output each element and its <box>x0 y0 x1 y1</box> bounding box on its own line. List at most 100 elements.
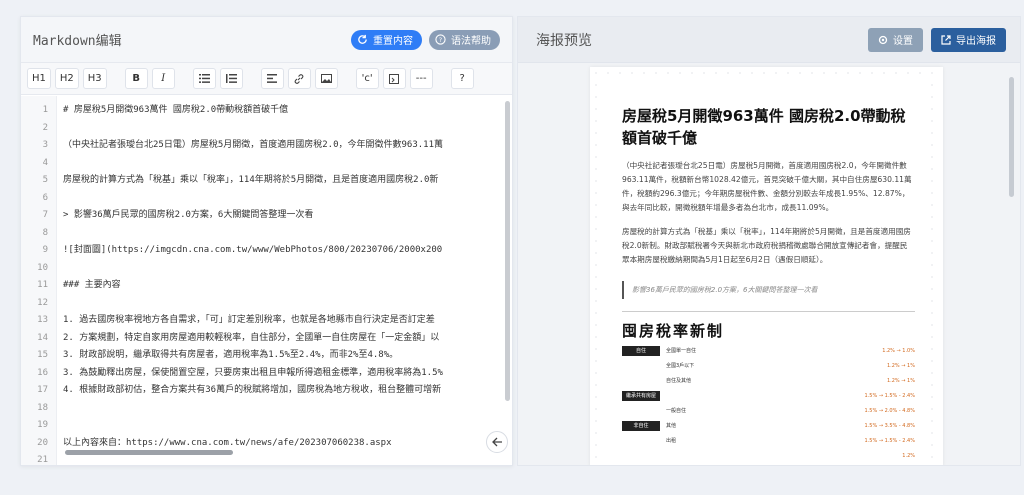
h3-button[interactable]: H3 <box>82 68 107 89</box>
format-toolbar: H1 H2 H3 B I 'c' --- ? <box>21 63 512 95</box>
line-number: 17 <box>37 385 48 395</box>
link-icon[interactable] <box>287 68 311 89</box>
code-line[interactable]: 1. 過去國房稅率視地方各自需求，「可」訂定差別稅率，也就是各地縣市自行決定是否… <box>63 312 512 330</box>
line-number: 8 <box>42 227 48 238</box>
preview-scrollbar[interactable] <box>1009 77 1014 197</box>
line-number-gutter: 12345678910111213141516171819202122 <box>21 96 57 465</box>
infographic-category <box>622 451 660 461</box>
infographic-category <box>622 436 660 446</box>
line-number: 5 <box>42 175 48 185</box>
horizontal-rule-button[interactable]: --- <box>409 68 433 89</box>
infographic-heading: 囤房稅率新制 <box>622 322 725 340</box>
code-line[interactable] <box>63 225 512 243</box>
code-line[interactable]: 房屋稅的計算方式為「稅基」乘以「稅率」，114年期将於5月開徵，且是首度適用國房… <box>63 172 512 190</box>
code-line[interactable]: ### 主要內容 <box>63 277 512 295</box>
code-editor[interactable]: 12345678910111213141516171819202122 # 房屋… <box>21 96 512 465</box>
h2-button[interactable]: H2 <box>54 68 79 89</box>
infographic-category <box>622 361 660 371</box>
reset-content-button[interactable]: 重置内容 <box>351 29 422 50</box>
code-line[interactable] <box>63 417 512 435</box>
code-line[interactable]: （中央社記者張璦台北25日電）房屋稅5月開徵，首度適用國房稅2.0，今年開徵件數… <box>63 137 512 155</box>
help-button[interactable]: ? <box>450 68 474 89</box>
line-number: 4 <box>42 157 48 168</box>
help-icon: ? <box>434 33 447 46</box>
line-number: 21 <box>37 455 48 465</box>
code-line[interactable]: > 影響36萬戶民眾的國房稅2.0方案，6大關鍵問答整理一次看 <box>63 207 512 225</box>
line-number: 11 <box>37 280 48 290</box>
gear-icon <box>878 35 888 44</box>
poster-canvas: 房屋稅5月開徵963萬件 國房稅2.0帶動稅額首破千億 （中央社記者張璦台北25… <box>590 67 943 465</box>
infographic-label: 全國3戶以下 <box>666 363 695 369</box>
poster-infographic: 囤房稅率新制 自住 全國單一自住 1.2% → 1.0% 全國3戶以下 1.2% → 1… <box>622 311 915 461</box>
editor-horizontal-scrollbar[interactable] <box>65 450 233 455</box>
unordered-list-icon[interactable] <box>192 68 216 89</box>
preview-header: 海报预览 设置 导出海报 <box>518 17 1020 63</box>
infographic-value: 1.5% → 1.5% - 2.4% <box>864 392 915 399</box>
editor-vertical-scrollbar[interactable] <box>505 101 510 401</box>
h1-button[interactable]: H1 <box>27 68 51 89</box>
infographic-category: 繼承共有房屋 <box>622 390 660 401</box>
export-poster-label: 导出海报 <box>956 36 996 47</box>
infographic-label: 全國單一自住 <box>666 348 697 354</box>
line-number: 3 <box>42 140 48 150</box>
markdown-editor-panel: Markdown编辑 重置内容 ? 语法帮助 H1 H2 H3 B I 'c' … <box>20 16 513 466</box>
settings-label: 设置 <box>893 36 913 47</box>
line-number: 12 <box>37 297 48 308</box>
infographic-value: 1.2% → 1% <box>886 362 915 369</box>
line-number: 16 <box>37 367 48 378</box>
code-block-icon[interactable] <box>382 68 406 89</box>
infographic-label: 一般自住 <box>666 408 687 414</box>
line-number: 10 <box>37 262 48 273</box>
code-line[interactable] <box>63 295 512 313</box>
bold-button[interactable]: B <box>124 68 148 89</box>
code-line[interactable]: ![封面圖](https://imgcdn.cna.com.tw/www/Web… <box>63 242 512 260</box>
infographic-row: 自住及其他 1.2% → 1% <box>622 375 915 386</box>
markdown-source[interactable]: # 房屋稅5月開徵963萬件 國房稅2.0帶動稅額首破千億 （中央社記者張璦台北2… <box>57 96 512 465</box>
editor-header: Markdown编辑 重置内容 ? 语法帮助 <box>21 17 512 63</box>
export-poster-button[interactable]: 导出海报 <box>931 27 1006 52</box>
infographic-value: 1.2% → 1.0% <box>882 347 915 354</box>
infographic-value: 1.5% → 3.5% - 4.8% <box>864 422 915 429</box>
infographic-category <box>622 406 660 416</box>
code-line[interactable]: 3. 財政部說明，繼承取得共有房屋者，適用稅率為1.5%至2.4%，而非2%至4… <box>63 347 512 365</box>
code-line[interactable] <box>63 120 512 138</box>
quote-icon[interactable]: 'c' <box>355 68 379 89</box>
poster-paragraph-2: 房屋稅的計算方式為「稅基」乘以「稅率」，114年期將於5月開徵，且是首度適用國房… <box>622 227 911 264</box>
code-line[interactable] <box>63 190 512 208</box>
code-line[interactable] <box>63 155 512 173</box>
app: Markdown编辑 重置内容 ? 语法帮助 H1 H2 H3 B I 'c' … <box>0 0 1024 495</box>
infographic-value: 1.5% → 1.5% - 2.4% <box>864 437 915 444</box>
code-line[interactable]: # 房屋稅5月開徵963萬件 國房稅2.0帶動稅額首破千億 <box>63 102 512 120</box>
align-left-icon[interactable] <box>260 68 284 89</box>
infographic-category <box>622 376 660 386</box>
editor-title: Markdown编辑 <box>33 34 122 49</box>
infographic-row: 自住 全國單一自住 1.2% → 1.0% <box>622 345 915 356</box>
poster-quote: 影響36萬戶民眾的國房稅2.0方案，6大關鍵問答整理一次看 <box>622 281 915 299</box>
refresh-icon <box>356 33 369 46</box>
back-arrow-button[interactable] <box>486 431 508 453</box>
syntax-help-button[interactable]: ? 语法帮助 <box>429 29 500 50</box>
preview-title: 海报预览 <box>536 32 592 49</box>
line-number: 9 <box>42 245 48 255</box>
reset-content-label: 重置内容 <box>373 36 413 47</box>
image-icon[interactable] <box>314 68 338 89</box>
settings-button[interactable]: 设置 <box>868 27 923 52</box>
line-number: 18 <box>37 402 48 413</box>
infographic-label: 其他 <box>666 423 677 429</box>
code-line[interactable]: 4. 根據財政部初估，整合方案共有36萬戶的稅賦將增加，國房稅為地方稅收，租台整… <box>63 382 512 400</box>
line-number: 15 <box>37 350 48 360</box>
line-number: 13 <box>37 315 48 325</box>
infographic-label: 出租 <box>666 438 677 444</box>
code-line[interactable] <box>63 260 512 278</box>
poster-title: 房屋稅5月開徵963萬件 國房稅2.0帶動稅額首破千億 <box>622 107 906 147</box>
code-line[interactable]: 2. 方案規劃，特定自家用房屋適用較輕稅率，自住部分，全國單一自住房屋在「一定金… <box>63 330 512 348</box>
code-line[interactable] <box>63 400 512 418</box>
infographic-category: 非自住 <box>622 420 660 431</box>
code-line[interactable]: 3. 為鼓勵釋出房屋，保使閒置空屋，只要房東出租且申報所得適租金標準，適用稅率將… <box>63 365 512 383</box>
italic-button[interactable]: I <box>151 68 175 89</box>
ordered-list-icon[interactable] <box>219 68 243 89</box>
line-number: 19 <box>37 420 48 430</box>
poster-preview-panel: 海报预览 设置 导出海报 房屋稅5月開徵963萬件 國房稅2.0帶動稅額首破千億… <box>517 16 1021 466</box>
line-number: 1 <box>42 105 48 115</box>
arrow-left-icon <box>491 437 502 447</box>
